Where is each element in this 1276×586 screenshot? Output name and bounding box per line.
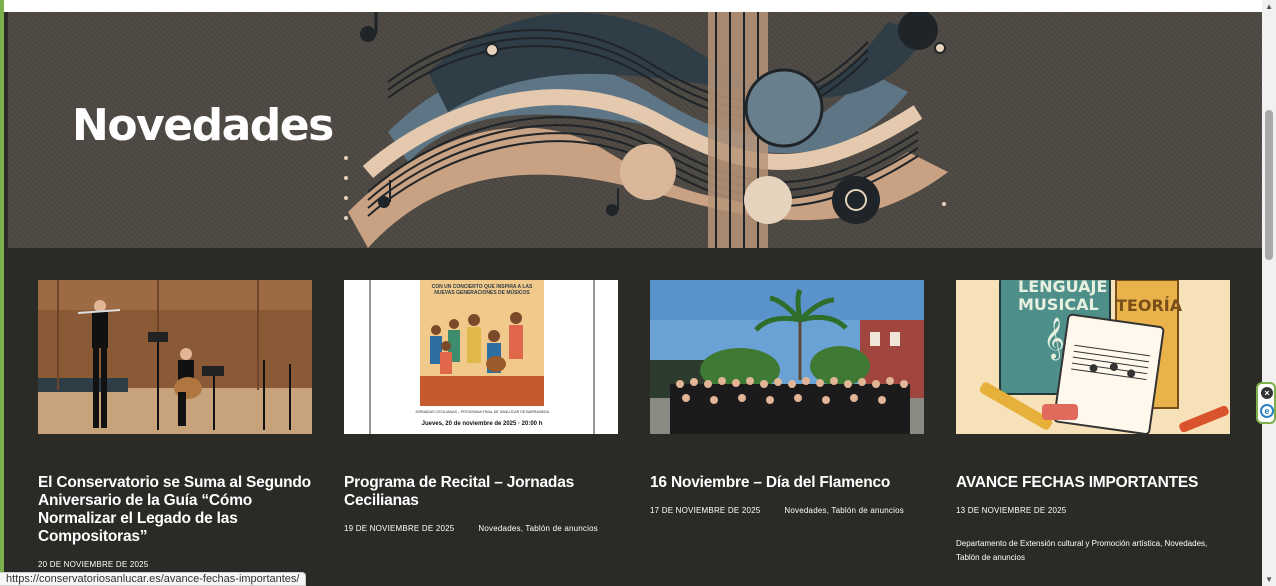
- post-categories[interactable]: Novedades, Tablón de anuncios: [784, 506, 904, 515]
- post-title-link[interactable]: El Conservatorio se Suma al Segundo Aniv…: [38, 474, 312, 546]
- post-meta: 17 DE NOVIEMBRE DE 2025 Novedades, Tabló…: [650, 506, 924, 515]
- poster-tagline: CON UN CONCIERTO QUE INSPIRA A LAS NUEVA…: [431, 284, 533, 296]
- page-title: Novedades: [72, 100, 334, 151]
- post-categories[interactable]: Departamento de Extensión cultural y Pro…: [956, 537, 1230, 565]
- post-categories[interactable]: Novedades, Tablón de anuncios: [478, 524, 598, 533]
- poster-footer-small: JORNADAS CECILIANAS – PROGRAMA FINAL DE …: [414, 410, 550, 414]
- hero-banner: Novedades: [8, 12, 1262, 248]
- post-date: 17 DE NOVIEMBRE DE 2025: [650, 506, 761, 515]
- concert-hall-image: [38, 280, 312, 434]
- book-label-1: LENGUAJE MUSICAL: [1018, 280, 1108, 314]
- post-date: 19 DE NOVIEMBRE DE 2025: [344, 524, 455, 533]
- post-title-link[interactable]: AVANCE FECHAS IMPORTANTES: [956, 474, 1230, 492]
- e-extension-icon[interactable]: e: [1260, 404, 1274, 418]
- post-thumbnail[interactable]: 𝄞 LENGUAJE MUSICAL TEORÍA: [956, 280, 1230, 434]
- book-label-2: TEORÍA: [1116, 296, 1183, 315]
- post-meta: 13 DE NOVIEMBRE DE 2025: [956, 506, 1230, 515]
- post-date: 13 DE NOVIEMBRE DE 2025: [956, 506, 1067, 515]
- post-date: 20 DE NOVIEMBRE DE 2025: [38, 560, 149, 569]
- extension-widget[interactable]: × e: [1256, 382, 1276, 424]
- post-title-link[interactable]: Programa de Recital – Jornadas Ceciliana…: [344, 474, 618, 510]
- post-meta: 19 DE NOVIEMBRE DE 2025 Novedades, Tabló…: [344, 524, 618, 533]
- posts-grid: El Conservatorio se Suma al Segundo Aniv…: [4, 280, 1262, 586]
- poster-date: Jueves, 20 de noviembre de 2025 · 20:00 …: [421, 421, 543, 427]
- svg-text:𝄞: 𝄞: [1043, 317, 1064, 360]
- scrollbar-thumb[interactable]: [1265, 110, 1273, 260]
- post-meta: 20 DE NOVIEMBRE DE 2025: [38, 560, 312, 569]
- scroll-up-arrow-icon[interactable]: ▲: [1265, 2, 1273, 11]
- post-card[interactable]: CON UN CONCIERTO QUE INSPIRA A LAS NUEVA…: [344, 280, 618, 533]
- post-card[interactable]: 16 Noviembre – Día del Flamenco 17 DE NO…: [650, 280, 924, 515]
- post-card[interactable]: 𝄞 LENGUAJE MUSICAL TEORÍA AVANCE FECHAS …: [956, 280, 1230, 565]
- group-photo-image: [650, 280, 924, 434]
- vertical-scrollbar[interactable]: ▲ ▼: [1262, 0, 1276, 586]
- status-bar-url: https://conservatoriosanlucar.es/avance-…: [0, 572, 307, 586]
- page-frame: Novedades El Conservatorio se Suma al Se…: [0, 0, 1262, 586]
- post-thumbnail[interactable]: [38, 280, 312, 434]
- post-title-link[interactable]: 16 Noviembre – Día del Flamenco: [650, 474, 924, 492]
- post-thumbnail[interactable]: CON UN CONCIERTO QUE INSPIRA A LAS NUEVA…: [344, 280, 618, 434]
- close-icon[interactable]: ×: [1261, 387, 1273, 399]
- post-thumbnail[interactable]: [650, 280, 924, 434]
- scroll-down-arrow-icon[interactable]: ▼: [1265, 575, 1273, 584]
- top-strip: [4, 0, 1262, 12]
- post-card[interactable]: El Conservatorio se Suma al Segundo Aniv…: [38, 280, 312, 569]
